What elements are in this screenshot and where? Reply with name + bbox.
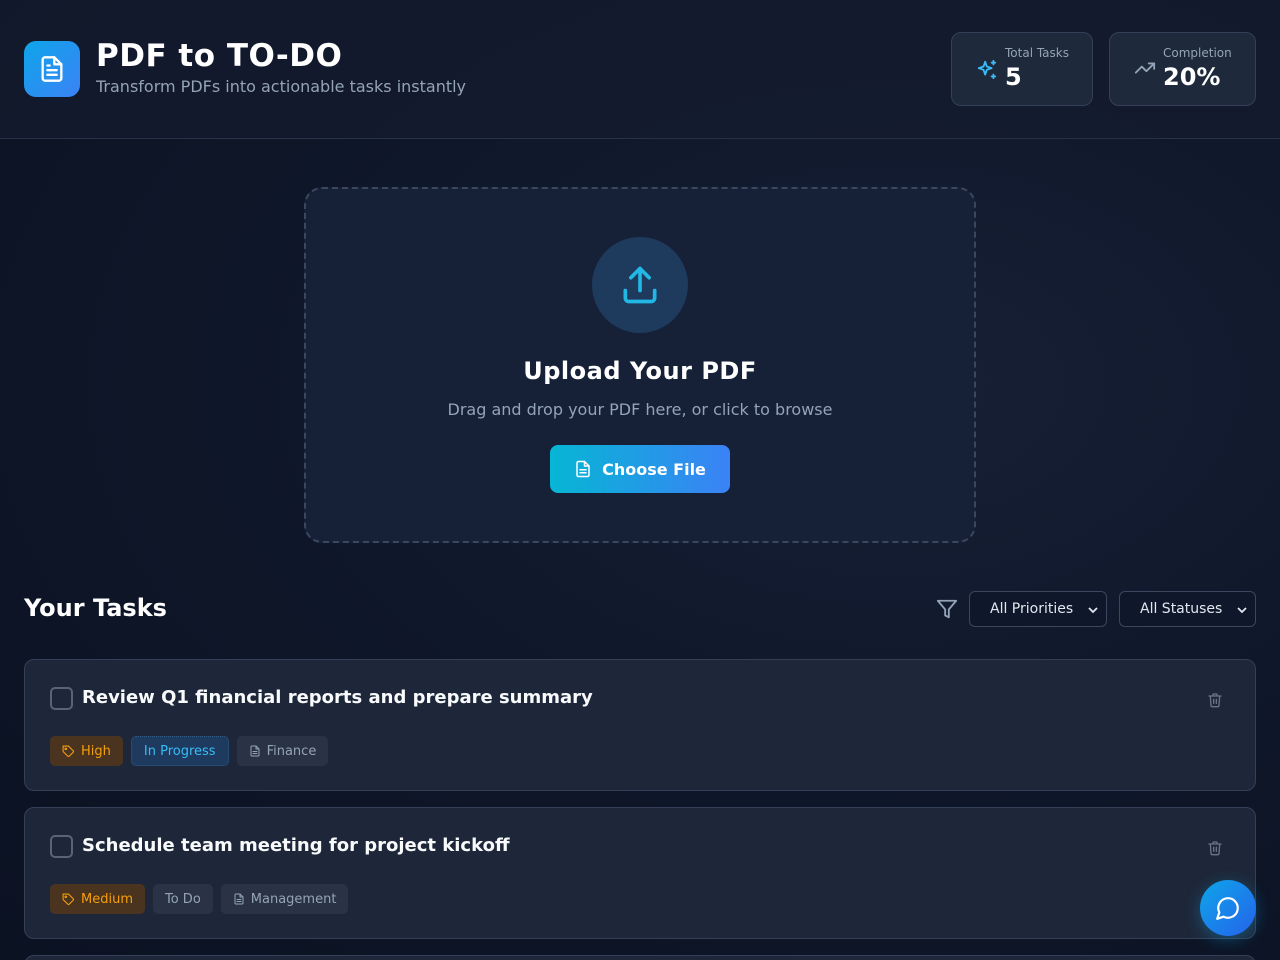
task-checkbox[interactable] (50, 687, 73, 710)
status-filter-select[interactable]: All Statuses (1119, 591, 1256, 627)
choose-file-button[interactable]: Choose File (550, 445, 730, 493)
task-checkbox[interactable] (50, 835, 73, 858)
choose-file-label: Choose File (602, 459, 706, 479)
category-tag: Finance (236, 736, 329, 766)
task-title: Schedule team meeting for project kickof… (82, 835, 510, 856)
document-icon (234, 893, 244, 905)
chevron-down-icon (1237, 607, 1247, 614)
upload-icon-circle (592, 237, 688, 333)
pdf-dropzone[interactable]: Upload Your PDF Drag and drop your PDF h… (304, 187, 976, 543)
upload-icon (623, 266, 657, 304)
trash-icon[interactable] (1207, 692, 1223, 708)
chevron-down-icon (1088, 607, 1098, 614)
task-tags: High In Progress Finance (50, 736, 329, 766)
trending-up-icon (1134, 62, 1156, 74)
tag-icon (62, 745, 74, 757)
status-tag-label: In Progress (143, 743, 216, 759)
task-title: Review Q1 financial reports and prepare … (82, 687, 593, 708)
app-subtitle: Transform PDFs into actionable tasks ins… (96, 77, 467, 96)
priority-tag: High (50, 736, 123, 766)
app-header: PDF to TO-DO Transform PDFs into actiona… (0, 0, 1280, 139)
category-tag-label: Finance (266, 743, 317, 759)
completion-value: 20% (1163, 63, 1221, 91)
status-tag-label: To Do (164, 891, 201, 907)
trash-icon[interactable] (1207, 840, 1223, 856)
file-icon (576, 460, 590, 478)
chat-bubble-icon (1216, 897, 1239, 920)
tag-icon (62, 893, 74, 905)
app-logo (24, 41, 80, 97)
task-tags: Medium To Do Management (50, 884, 349, 914)
completion-label: Completion (1163, 46, 1232, 60)
task-card: Review Q1 financial reports and prepare … (24, 659, 1256, 791)
total-tasks-value: 5 (1005, 63, 1022, 91)
filter-icon (936, 599, 958, 619)
priority-filter-value: All Priorities (990, 601, 1074, 617)
document-icon (250, 745, 260, 757)
status-tag: To Do (152, 884, 213, 914)
upload-description: Drag and drop your PDF here, or click to… (447, 400, 833, 419)
document-icon (41, 56, 63, 82)
category-tag: Management (220, 884, 349, 914)
sparkles-icon (977, 59, 997, 80)
status-filter-value: All Statuses (1140, 601, 1223, 617)
priority-tag-label: Medium (81, 891, 133, 907)
status-tag: In Progress (130, 736, 229, 766)
total-tasks-card: Total Tasks 5 (951, 32, 1093, 106)
priority-tag-label: High (81, 743, 111, 759)
total-tasks-label: Total Tasks (1005, 46, 1069, 60)
completion-card: Completion 20% (1109, 32, 1256, 106)
app-title: PDF to TO-DO (96, 38, 343, 74)
task-card (24, 955, 1256, 960)
priority-filter-select[interactable]: All Priorities (969, 591, 1107, 627)
priority-tag: Medium (50, 884, 145, 914)
category-tag-label: Management (250, 891, 337, 907)
upload-title: Upload Your PDF (523, 357, 757, 385)
chat-button[interactable] (1200, 880, 1256, 936)
task-card: Schedule team meeting for project kickof… (24, 807, 1256, 939)
tasks-section-title: Your Tasks (24, 594, 167, 622)
